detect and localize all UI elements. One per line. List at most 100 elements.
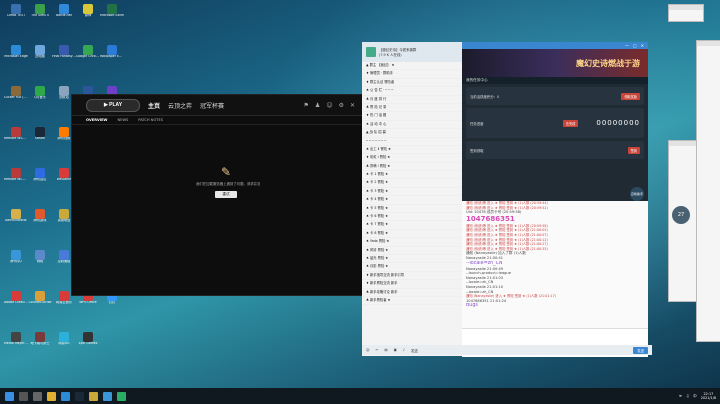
close-icon[interactable]: ✕	[641, 43, 644, 48]
send-button[interactable]: 发送	[633, 346, 648, 354]
desktop-icon[interactable]: Media Player Classic	[4, 332, 28, 354]
desktop-icon[interactable]: Administrator	[4, 209, 28, 231]
qq-icon[interactable]	[103, 391, 112, 401]
member-row[interactable]: ▲ 战 队 招 募	[362, 129, 462, 138]
gif-icon[interactable]: ✂	[376, 348, 379, 352]
tab-championship[interactable]: 冠军杯赛	[200, 101, 224, 110]
mic-icon[interactable]: ♪	[403, 348, 405, 352]
member-row[interactable]: ♠ 卡 6 冒险 ★	[362, 213, 462, 222]
desktop-icon[interactable]: Clicker Full (X64)	[4, 86, 28, 108]
desktop-icon[interactable]: Microsoft Excel	[100, 4, 124, 26]
desktop-icon[interactable]: Cheat TEST	[4, 4, 28, 26]
desktop-icon[interactable]: QQ音乐	[28, 86, 52, 108]
app-icon	[59, 4, 69, 14]
tab-tft[interactable]: 云顶之弈	[168, 101, 192, 110]
member-row[interactable]: ♠ 卡 2 冒险 ★	[362, 179, 462, 188]
collection-icon[interactable]: ♟	[315, 102, 320, 109]
task-view-icon[interactable]	[33, 391, 42, 401]
member-row[interactable]: ♠ 公 告 栏 · ─ ─ ─	[362, 87, 462, 96]
member-row[interactable]: ♠ 活 动 中 心	[362, 121, 462, 130]
edge-icon[interactable]	[61, 391, 70, 401]
tab-home[interactable]: 主页	[148, 101, 160, 110]
wechat-icon[interactable]	[117, 391, 126, 401]
desktop-icon[interactable]: 网易UU	[52, 332, 76, 354]
tab-overview[interactable]: OVERVIEW	[86, 118, 108, 122]
settings-icon[interactable]: ⚙	[339, 102, 344, 109]
emoji-icon[interactable]: ☺	[366, 348, 370, 352]
desktop-icon[interactable]: 腾讯游戏	[28, 209, 52, 231]
member-row[interactable]: ♠ 月影 冒险 ★	[362, 263, 462, 272]
language-indicator[interactable]: 中	[693, 394, 697, 399]
retry-button[interactable]: 重试	[215, 191, 237, 199]
member-row[interactable]: ♠ 卡 5 冒险 ★	[362, 205, 462, 214]
member-row[interactable]: ♣ 月 度 排 行	[362, 96, 462, 104]
search-icon[interactable]	[19, 391, 28, 401]
member-row[interactable]: ♠ 晨光 冒险 ★	[362, 255, 462, 264]
desktop-icon[interactable]: 原神	[76, 4, 100, 26]
member-row[interactable]: ♠ 出工 Ⅱ 冒险 ★	[362, 146, 462, 155]
clock[interactable]: 22:17 2021/1/8	[701, 392, 716, 400]
desktop-icon[interactable]: Final Fantasy XIV	[52, 45, 76, 67]
member-row[interactable]: ♠ 卡 7 冒险 ★	[362, 221, 462, 230]
group-avatar[interactable]	[366, 47, 376, 57]
steam-icon[interactable]	[75, 391, 84, 401]
desktop-icon[interactable]: Counter-Strike	[28, 291, 52, 313]
volume-icon[interactable]: ♫	[686, 394, 689, 398]
desktop-icon[interactable]: Remote WCA Client	[4, 168, 28, 190]
member-row[interactable]: ♠ 风铃 冒险 ★	[362, 247, 462, 255]
desktop-icon[interactable]: Microsoft Edge	[4, 45, 28, 67]
desktop-icon[interactable]: 地下城与勇士	[28, 332, 52, 354]
desktop-icon[interactable]: 网络	[28, 250, 52, 272]
member-row[interactable]: ♣ 冒 险 记 录	[362, 104, 462, 113]
signin-button[interactable]: 签到	[627, 146, 640, 154]
file-explorer-window[interactable]	[696, 40, 720, 342]
tab-news[interactable]: NEWS	[118, 118, 129, 122]
member-row[interactable]: ♣ 新手冒险者 ★	[362, 297, 462, 306]
member-row[interactable]: ♦ 新手指导交流 新手引导	[362, 272, 462, 281]
clock-widget[interactable]: 27	[672, 206, 690, 224]
profile-icon[interactable]: ☺	[326, 102, 332, 109]
go-complete-button[interactable]: 去完成	[562, 119, 579, 127]
desktop-icon[interactable]: 此电脑	[28, 45, 52, 67]
member-row[interactable]: ♦ 新手冒险交流 新手	[362, 280, 462, 289]
member-row[interactable]: ♦ 彩虹 Ⅰ 冒险 ★	[362, 154, 462, 163]
desktop-icon[interactable]: Remote WSM Client	[4, 127, 28, 149]
play-button[interactable]: ▶ PLAY	[86, 98, 140, 112]
desktop-icon[interactable]: 腾讯会议	[28, 168, 52, 190]
desktop-icon[interactable]: Adobe Creative Cloud	[4, 291, 28, 313]
member-row[interactable]: ♠ 卡 1 冒险 ★	[362, 171, 462, 180]
start-icon[interactable]	[5, 391, 14, 401]
notepad-window[interactable]	[668, 4, 704, 22]
maximize-icon[interactable]: ▢	[633, 43, 637, 48]
member-row[interactable]: ♠ Yada 冒险 ★	[362, 238, 462, 247]
desktop-icon[interactable]: Battle.net	[52, 4, 76, 26]
league-icon[interactable]	[89, 391, 98, 401]
file-icon[interactable]: ▤	[384, 348, 387, 352]
desktop-icon[interactable]: The Sims 4	[28, 4, 52, 26]
network-icon[interactable]: ≋	[679, 394, 682, 398]
tab-patch-notes[interactable]: PATCH NOTES	[138, 118, 163, 122]
member-row[interactable]: ♠ 卡 8 冒险 ★	[362, 230, 462, 239]
explorer-icon[interactable]	[47, 391, 56, 401]
member-row[interactable]: ♦ 群主认证 冒险者	[362, 79, 462, 88]
claim-button[interactable]: 领取奖励	[621, 92, 640, 100]
close-icon[interactable]: ✕	[350, 102, 355, 109]
assistant-button[interactable]: 召唤助手	[630, 187, 644, 201]
minimize-icon[interactable]: —	[625, 43, 629, 48]
desktop-icon[interactable]: 腾讯QQ	[4, 250, 28, 272]
member-row[interactable]: ♠ 卡 3 冒险 ★	[362, 188, 462, 197]
member-row[interactable]: ♣ 雾萌 Ⅰ 冒险 ★	[362, 163, 462, 172]
member-row[interactable]: ▲ 群主 【魔幻】 ★	[362, 62, 462, 71]
member-row[interactable]: ♣ 新手攻略讨论 新手	[362, 289, 462, 297]
desktop-icon[interactable]: Epic Games	[76, 332, 100, 354]
desktop-icon[interactable]: Google Chrome	[76, 45, 100, 67]
member-row[interactable]: ♠ 卡 4 冒险 ★	[362, 196, 462, 205]
image-icon[interactable]: ▣	[394, 348, 397, 352]
desktop-icon[interactable]: Steam	[28, 127, 52, 149]
member-row[interactable]: ─ ─ ─ ─ ─ ─ ─	[362, 138, 462, 146]
promo-banner[interactable]: 魔幻史诗燃战于游	[462, 49, 648, 77]
desktop-icon[interactable]: Wallpaper Engine	[100, 45, 124, 67]
member-row[interactable]: ♦ 管理员 · 群助手	[362, 70, 462, 79]
member-row[interactable]: ♦ 热 门 话 题	[362, 112, 462, 121]
store-icon[interactable]: ⚑	[304, 102, 309, 109]
